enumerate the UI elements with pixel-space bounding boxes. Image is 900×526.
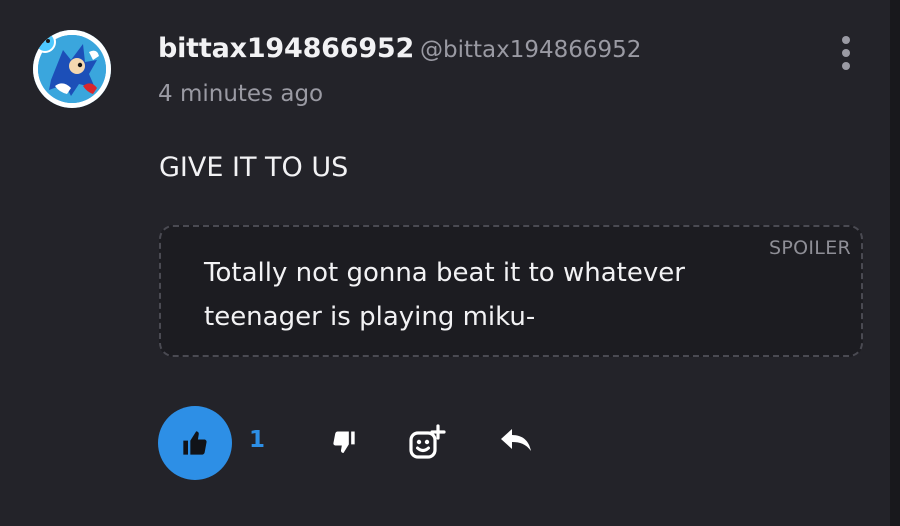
avatar[interactable] xyxy=(33,30,111,108)
comment-text: GIVE IT TO US xyxy=(159,152,349,183)
spoiler-label: SPOILER xyxy=(769,237,851,259)
like-count: 1 xyxy=(249,427,266,453)
spoiler-block[interactable]: SPOILER Totally not gonna beat it to wha… xyxy=(159,225,863,357)
add-reaction-icon xyxy=(409,424,446,459)
comment-card: bittax194866952 @bittax194866952 4 minut… xyxy=(0,0,900,526)
add-reaction-button[interactable] xyxy=(408,424,446,466)
username[interactable]: bittax194866952 xyxy=(158,33,414,64)
avatar-badge-icon xyxy=(34,31,56,53)
thumbs-up-icon xyxy=(183,431,207,455)
timestamp: 4 minutes ago xyxy=(158,81,324,107)
thumbs-down-icon xyxy=(333,431,355,453)
spoiler-text: Totally not gonna beat it to whatever te… xyxy=(204,258,685,332)
reply-icon xyxy=(501,429,531,451)
like-button[interactable] xyxy=(158,406,232,480)
scrollbar[interactable] xyxy=(890,0,900,526)
user-handle[interactable]: @bittax194866952 xyxy=(420,37,641,63)
more-options-icon[interactable] xyxy=(836,36,856,70)
reply-button[interactable] xyxy=(499,426,533,458)
dislike-button[interactable] xyxy=(329,428,357,460)
